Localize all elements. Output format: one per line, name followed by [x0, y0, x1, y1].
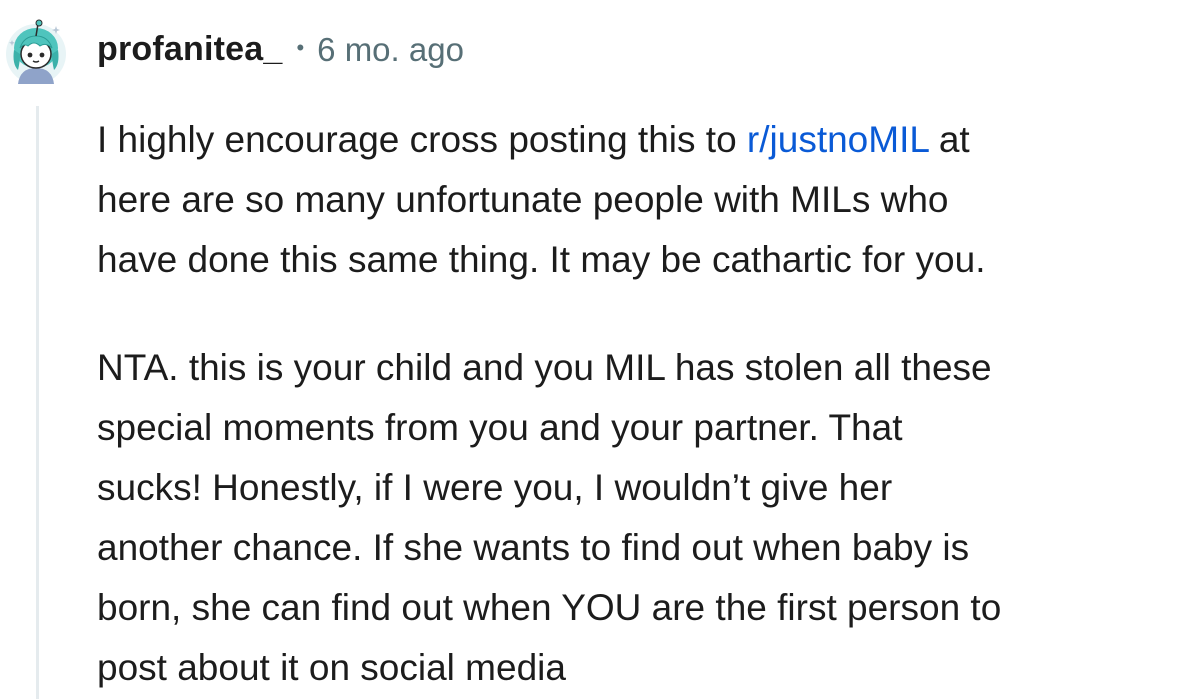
- username-link[interactable]: profanitea_: [97, 30, 282, 69]
- comment-line: special moments from you and your partne…: [97, 407, 903, 448]
- comment-paragraph-1: I highly encourage cross posting this to…: [97, 110, 1172, 290]
- comment-line: another chance. If she wants to find out…: [97, 527, 970, 568]
- comment-header: profanitea_ • 6 mo. ago: [0, 0, 1179, 106]
- comment-timestamp[interactable]: 6 mo. ago: [317, 31, 464, 69]
- comment-body: I highly encourage cross posting this to…: [97, 110, 1172, 698]
- comment-line: have done this same thing. It may be cat…: [97, 239, 986, 280]
- comment-line: sucks! Honestly, if I were you, I wouldn…: [97, 467, 893, 508]
- comment-line: NTA. this is your child and you MIL has …: [97, 347, 992, 388]
- comment-text: at: [928, 119, 970, 160]
- avatar[interactable]: [4, 18, 68, 86]
- subreddit-link[interactable]: r/justnoMIL: [747, 119, 929, 160]
- snoo-avatar-teal-hair-icon: [6, 19, 66, 84]
- comment-paragraph-2: NTA. this is your child and you MIL has …: [97, 338, 1172, 698]
- comment-meta: profanitea_ • 6 mo. ago: [97, 30, 464, 69]
- thread-line[interactable]: [36, 106, 39, 699]
- comment-line: born, she can find out when YOU are the …: [97, 587, 1002, 628]
- meta-separator: •: [296, 34, 305, 60]
- comment-line: I highly encourage cross posting this to…: [97, 110, 1172, 170]
- comment-text: I highly encourage cross posting this to: [97, 119, 747, 160]
- comment-line: post about it on social media: [97, 647, 566, 688]
- comment-line: here are so many unfortunate people with…: [97, 179, 949, 220]
